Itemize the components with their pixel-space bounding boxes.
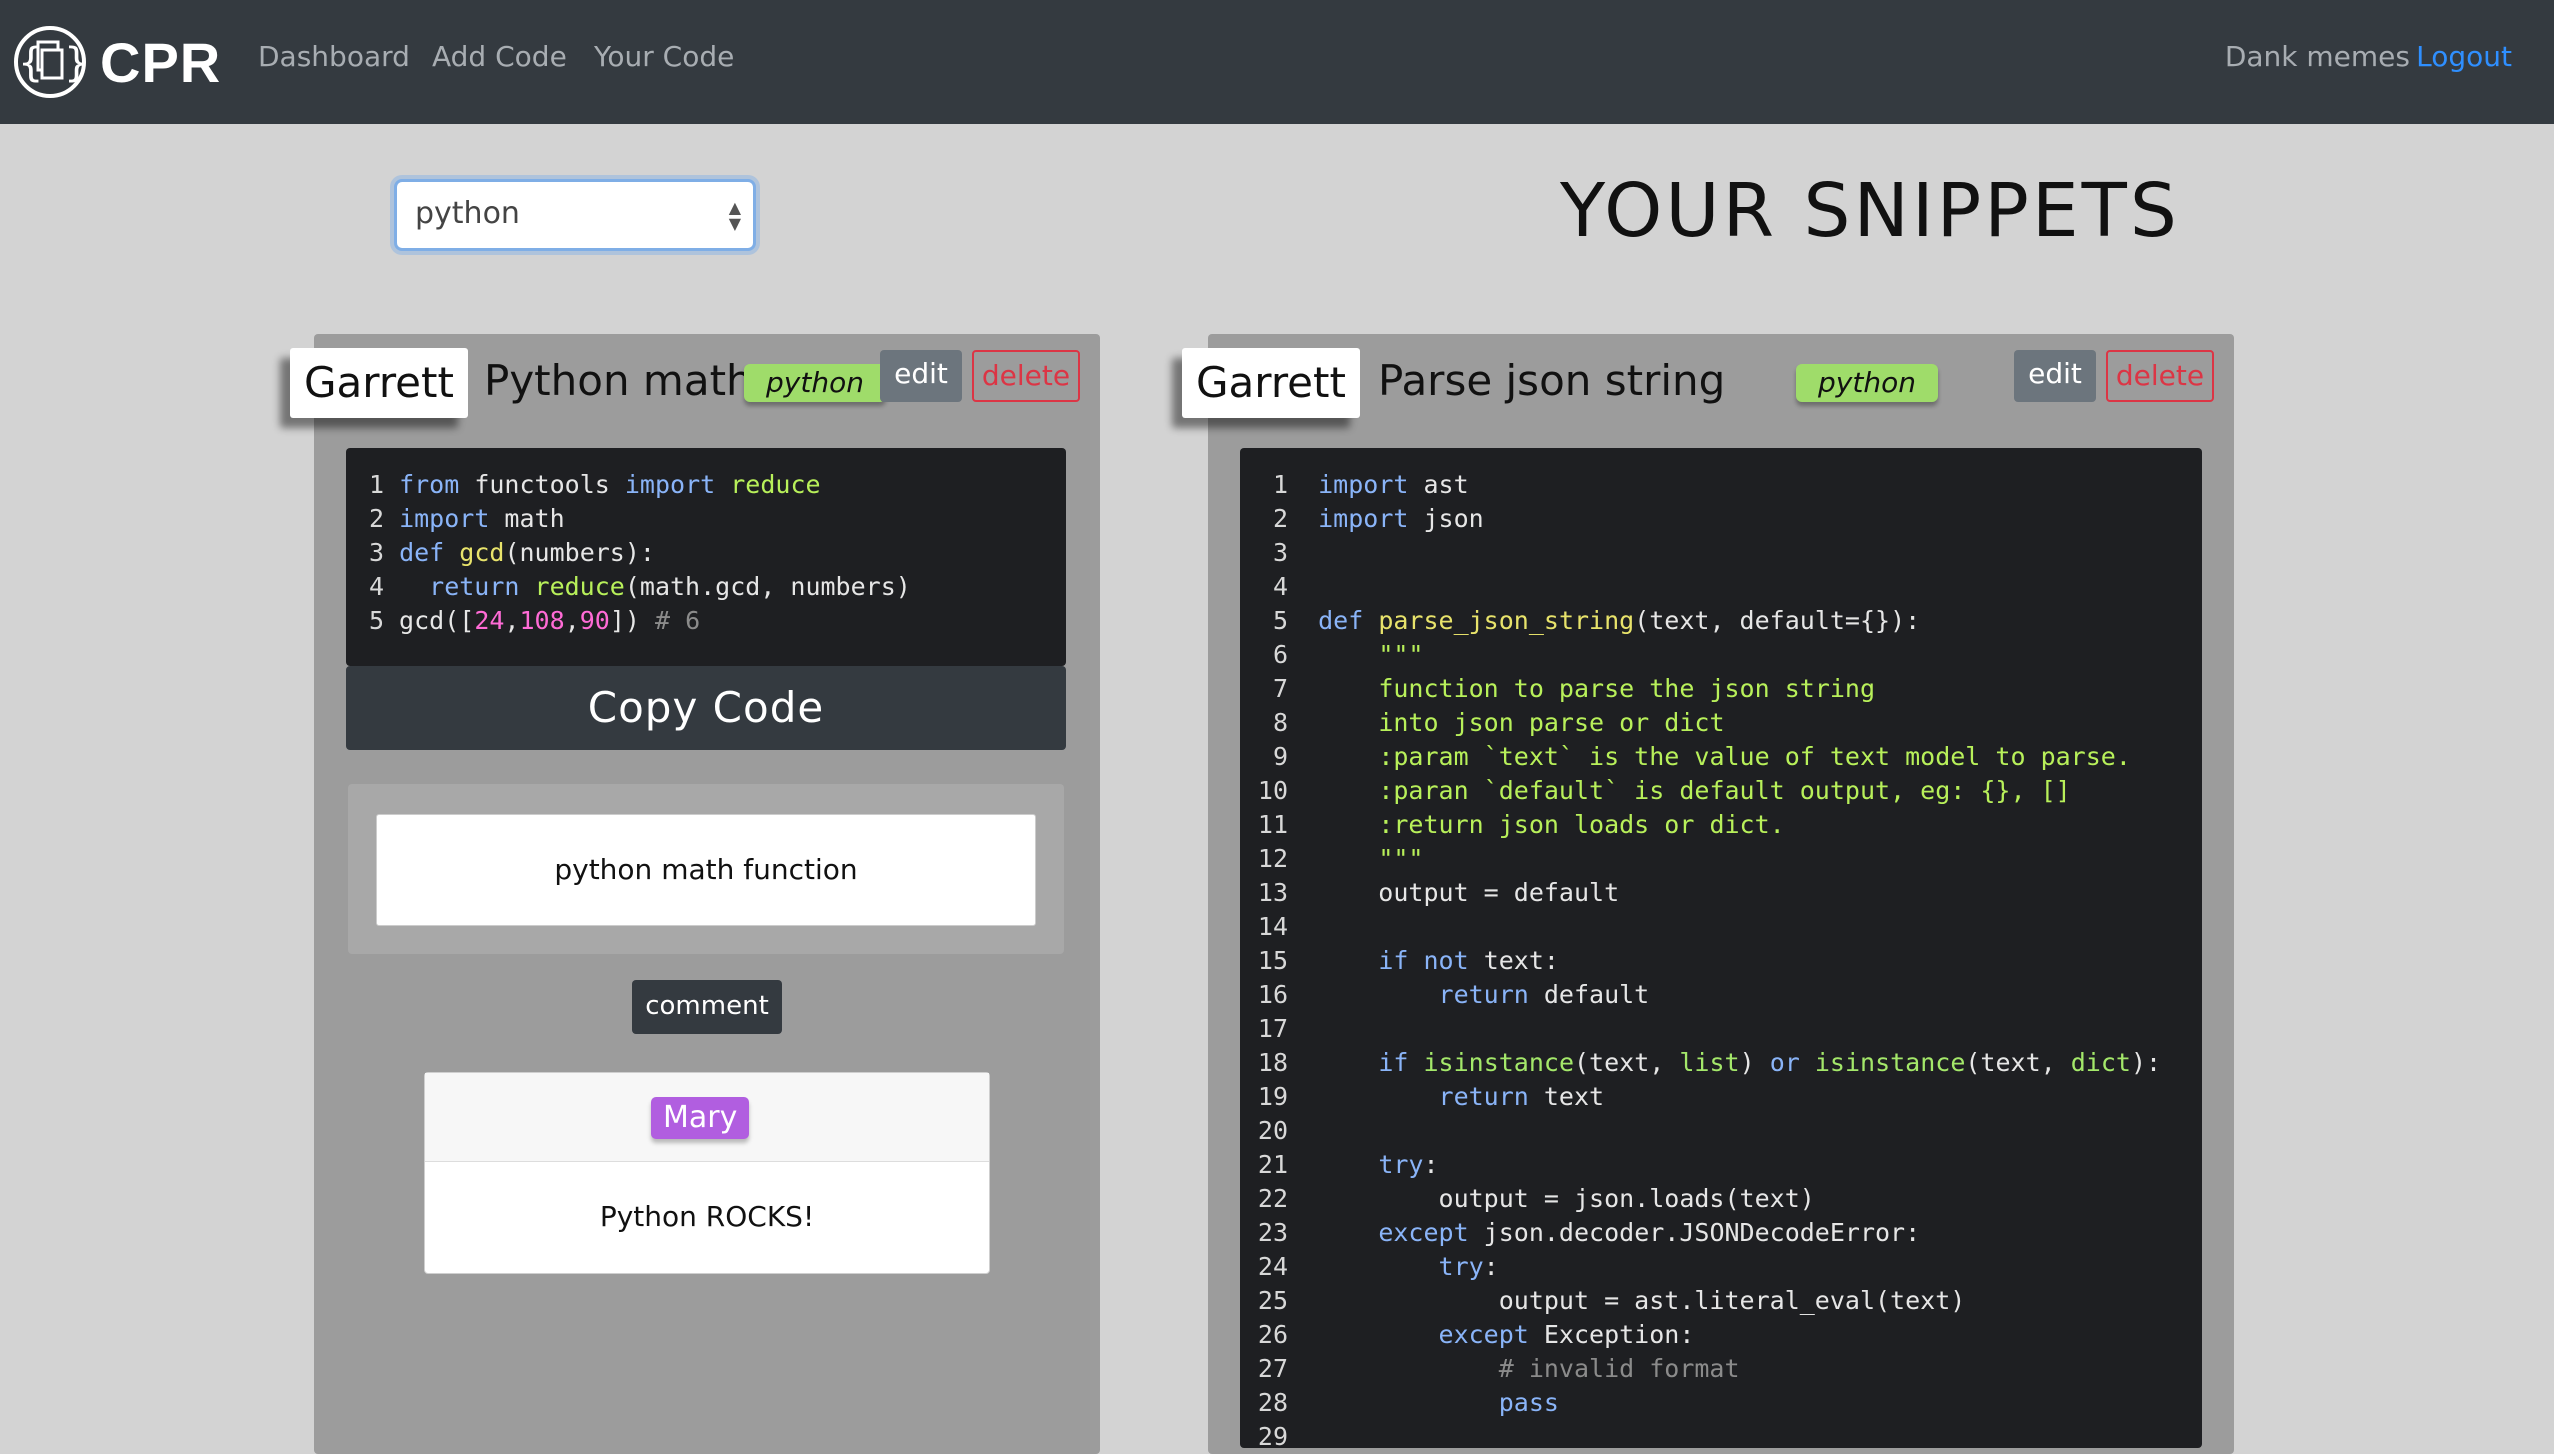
code-line: 5 def parse_json_string(text, default={}… <box>1272 606 1921 635</box>
navbar: { } CPR Dashboard Add Code Your Code Dan… <box>0 0 2554 124</box>
code-line: 6 """ <box>1272 640 1424 669</box>
page-title: YOUR SNIPPETS <box>1560 168 2180 254</box>
code-line: 16 return default <box>1257 980 1650 1009</box>
code-line: 19 return text <box>1257 1082 1605 1111</box>
code-line: 21 try: <box>1257 1150 1439 1179</box>
code-line: 27 # invalid format <box>1257 1354 1740 1383</box>
author-badge: Garrett <box>1182 348 1360 418</box>
code-line: 13 output = default <box>1257 878 1620 907</box>
select-arrows-icon: ▲ ▼ <box>728 198 741 233</box>
code-line: 2 import json <box>1272 504 1484 533</box>
language-select-value: python <box>415 196 520 231</box>
brand[interactable]: { } CPR <box>12 20 221 104</box>
brand-name: CPR <box>100 30 222 94</box>
delete-button[interactable]: delete <box>972 350 1080 402</box>
nav-your-code-link[interactable]: Your Code <box>594 40 734 73</box>
code-line: 22 output = json.loads(text) <box>1257 1184 1815 1213</box>
language-badge: python <box>744 364 886 402</box>
code-document-logo-icon: { } <box>14 26 88 98</box>
nav-user-link[interactable]: Dank memes <box>2225 40 2410 73</box>
svg-text:}: } <box>64 40 88 86</box>
comment-header: Mary <box>425 1073 989 1162</box>
code-line: 20 <box>1257 1116 1288 1145</box>
code-line: 4 return reduce(math.gcd, numbers) <box>368 572 911 601</box>
code-line: 15 if not text: <box>1257 946 1559 975</box>
nav-dashboard-link[interactable]: Dashboard <box>258 40 410 73</box>
code-block: 1 from functools import reduce 2 import … <box>346 448 1066 666</box>
code-line: 1 import ast <box>1272 470 1469 499</box>
edit-button[interactable]: edit <box>2014 350 2096 402</box>
snippet-description: python math function <box>376 814 1036 926</box>
nav-add-code-link[interactable]: Add Code <box>432 40 567 73</box>
svg-text:{: { <box>18 40 43 86</box>
code-line: 4 <box>1272 572 1288 601</box>
code-line: 25 output = ast.literal_eval(text) <box>1257 1286 1966 1315</box>
description-panel: python math function <box>348 784 1064 954</box>
snippet-title: Python math <box>484 356 753 405</box>
code-line: 3 <box>1272 538 1288 567</box>
code-block: 1 import ast 2 import json 3 4 5 def par… <box>1240 448 2202 1448</box>
code-line: 9 :param `text` is the value of text mod… <box>1272 742 2131 771</box>
code-line: 23 except json.decoder.JSONDecodeError: <box>1257 1218 1921 1247</box>
snippet-title: Parse json string <box>1378 356 1726 405</box>
code-line: 1 from functools import reduce <box>368 470 821 499</box>
code-line: 10 :paran `default` is default output, e… <box>1257 776 2071 805</box>
language-badge: python <box>1796 364 1938 402</box>
author-badge: Garrett <box>290 348 468 418</box>
code-line: 18 if isinstance(text, list) or isinstan… <box>1257 1048 2162 1077</box>
code-line: 12 """ <box>1257 844 1424 873</box>
code-line: 14 <box>1257 912 1288 941</box>
edit-button[interactable]: edit <box>880 350 962 402</box>
code-line: 5 gcd([24,108,90]) # 6 <box>368 606 701 635</box>
code-line: 11 :return json loads or dict. <box>1257 810 1785 839</box>
logout-link[interactable]: Logout <box>2416 40 2512 73</box>
code-line: 26 except Exception: <box>1257 1320 1695 1349</box>
code-line: 29 <box>1257 1422 1288 1448</box>
code-line: 3 def gcd(numbers): <box>368 538 655 567</box>
code-line: 8 into json parse or dict <box>1272 708 1725 737</box>
delete-button[interactable]: delete <box>2106 350 2214 402</box>
code-line: 28 pass <box>1257 1388 1559 1417</box>
comment-text: Python ROCKS! <box>599 1200 815 1233</box>
comment-author-badge: Mary <box>651 1097 750 1139</box>
code-line: 24 try: <box>1257 1252 1499 1281</box>
comment-button[interactable]: comment <box>632 980 782 1034</box>
copy-code-button[interactable]: Copy Code <box>346 666 1066 750</box>
code-line: 2 import math <box>368 504 565 533</box>
code-line: 17 <box>1257 1014 1288 1043</box>
language-select[interactable]: python ▲ ▼ <box>394 179 756 251</box>
code-line: 7 function to parse the json string <box>1272 674 1876 703</box>
comment-card: Mary Python ROCKS! <box>424 1072 990 1274</box>
